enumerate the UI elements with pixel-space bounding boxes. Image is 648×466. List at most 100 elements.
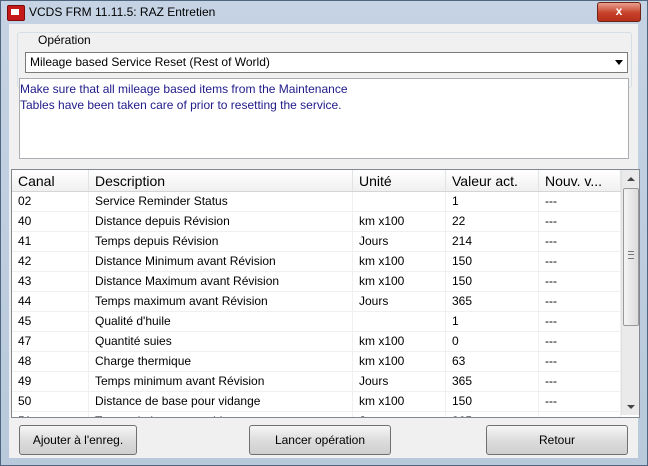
vertical-scrollbar[interactable] — [621, 170, 639, 415]
cell-canal: 02 — [12, 192, 89, 211]
table-row[interactable]: 40 Distance depuis Révision km x100 22 --- — [12, 212, 621, 232]
scroll-down-arrow-icon[interactable] — [622, 398, 639, 415]
cell-unite: km x100 — [353, 332, 446, 351]
cell-description: Qualité d'huile — [89, 312, 353, 331]
cell-valeur: 150 — [446, 392, 539, 411]
cell-canal: 43 — [12, 272, 89, 291]
table-row[interactable]: 45 Qualité d'huile 1 --- — [12, 312, 621, 332]
cell-unite: km x100 — [353, 272, 446, 291]
cell-description: Temps maximum avant Révision — [89, 292, 353, 311]
cell-canal: 48 — [12, 352, 89, 371]
grip-icon — [628, 251, 634, 259]
operation-legend: Opération — [36, 33, 93, 47]
cell-unite: Jours — [353, 372, 446, 391]
cell-unite: Jours — [353, 232, 446, 251]
column-header-nouvelle-valeur[interactable]: Nouv. v... — [539, 170, 621, 191]
cell-nouvelle-valeur: --- — [539, 272, 621, 291]
column-header-unite[interactable]: Unité — [353, 170, 446, 191]
cell-description: Temps minimum avant Révision — [89, 372, 353, 391]
cell-valeur: 150 — [446, 272, 539, 291]
cell-canal: 47 — [12, 332, 89, 351]
cell-canal: 40 — [12, 212, 89, 231]
table-header: Canal Description Unité Valeur act. Nouv… — [12, 170, 621, 192]
cell-unite: Jours — [353, 292, 446, 311]
client-area: Opération Mileage based Service Reset (R… — [9, 24, 640, 458]
cell-description: Distance de base pour vidange — [89, 392, 353, 411]
cell-canal: 42 — [12, 252, 89, 271]
cell-description: Temps depuis Révision — [89, 232, 353, 251]
cell-valeur: 214 — [446, 232, 539, 251]
cell-canal: 45 — [12, 312, 89, 331]
cell-description: Distance Minimum avant Révision — [89, 252, 353, 271]
back-button[interactable]: Retour — [486, 425, 628, 455]
cell-valeur: 365 — [446, 372, 539, 391]
column-header-canal[interactable]: Canal — [12, 170, 89, 191]
cell-nouvelle-valeur: --- — [539, 392, 621, 411]
table-row[interactable]: 44 Temps maximum avant Révision Jours 365 --… — [12, 292, 621, 312]
cell-nouvelle-valeur: --- — [539, 292, 621, 311]
channel-table: Canal Description Unité Valeur act. Nouv… — [11, 169, 640, 418]
column-header-description[interactable]: Description — [89, 170, 353, 191]
cell-description: Quantité suies — [89, 332, 353, 351]
cell-nouvelle-valeur: --- — [539, 352, 621, 371]
cell-canal: 50 — [12, 392, 89, 411]
cell-description: Charge thermique — [89, 352, 353, 371]
run-operation-button[interactable]: Lancer opération — [249, 425, 391, 455]
add-to-log-button[interactable]: Ajouter à l'enreg. — [19, 425, 137, 455]
table-row[interactable]: 42 Distance Minimum avant Révision km x100… — [12, 252, 621, 272]
column-header-valeur[interactable]: Valeur act. — [446, 170, 539, 191]
operation-selected-value: Mileage based Service Reset (Rest of Wor… — [30, 55, 270, 69]
table-row[interactable]: 50 Distance de base pour vidange km x100 15… — [12, 392, 621, 412]
cell-valeur: 22 — [446, 212, 539, 231]
cell-nouvelle-valeur: --- — [539, 192, 621, 211]
cell-canal: 44 — [12, 292, 89, 311]
table-row[interactable]: 41 Temps depuis Révision Jours 214 --- — [12, 232, 621, 252]
cell-description: Service Reminder Status — [89, 192, 353, 211]
cell-nouvelle-valeur: --- — [539, 412, 621, 417]
chevron-down-icon[interactable] — [611, 53, 627, 72]
table-row[interactable]: 49 Temps minimum avant Révision Jours 365 --… — [12, 372, 621, 392]
scroll-up-arrow-icon[interactable] — [622, 170, 639, 187]
table-row[interactable]: 02 Service Reminder Status 1 --- — [12, 192, 621, 212]
cell-nouvelle-valeur: --- — [539, 372, 621, 391]
cell-canal: 41 — [12, 232, 89, 251]
cell-nouvelle-valeur: --- — [539, 212, 621, 231]
cell-unite — [353, 192, 446, 211]
table-row[interactable]: 48 Charge thermique km x100 63 --- — [12, 352, 621, 372]
cell-description: Temps de base pour vidange — [89, 412, 353, 417]
cell-valeur: 1 — [446, 312, 539, 331]
cell-valeur: 365 — [446, 292, 539, 311]
info-line-2: Tables have been taken care of prior to … — [20, 98, 342, 112]
cell-canal: 49 — [12, 372, 89, 391]
close-button[interactable]: x — [597, 2, 641, 22]
cell-description: Distance Maximum avant Révision — [89, 272, 353, 291]
cell-nouvelle-valeur: --- — [539, 332, 621, 351]
cell-valeur: 0 — [446, 332, 539, 351]
window-title: VCDS FRM 11.11.5: RAZ Entretien — [29, 5, 216, 19]
table-body: 02 Service Reminder Status 1 --- 40 Distance … — [12, 192, 621, 417]
cell-valeur: 365 — [446, 412, 539, 417]
cell-unite: km x100 — [353, 392, 446, 411]
cell-unite: km x100 — [353, 212, 446, 231]
table-row[interactable]: 51Temps de base pour vidangeJours365--- — [12, 412, 621, 417]
vcds-app-icon — [7, 5, 25, 21]
cell-canal: 51 — [12, 412, 89, 417]
cell-unite: Jours — [353, 412, 446, 417]
operation-select[interactable]: Mileage based Service Reset (Rest of Wor… — [25, 52, 628, 73]
cell-unite: km x100 — [353, 252, 446, 271]
table-row[interactable]: 43 Distance Maximum avant Révision km x100… — [12, 272, 621, 292]
main-window: VCDS FRM 11.11.5: RAZ Entretien x Opérat… — [0, 0, 648, 466]
cell-nouvelle-valeur: --- — [539, 252, 621, 271]
cell-valeur: 150 — [446, 252, 539, 271]
cell-nouvelle-valeur: --- — [539, 312, 621, 331]
cell-valeur: 1 — [446, 192, 539, 211]
scrollbar-thumb[interactable] — [623, 188, 639, 326]
cell-unite: km x100 — [353, 352, 446, 371]
cell-description: Distance depuis Révision — [89, 212, 353, 231]
title-bar[interactable]: VCDS FRM 11.11.5: RAZ Entretien x — [1, 1, 647, 23]
cell-valeur: 63 — [446, 352, 539, 371]
cell-unite — [353, 312, 446, 331]
info-textbox[interactable]: Make sure that all mileage based items f… — [19, 78, 629, 159]
table-row[interactable]: 47 Quantité suies km x100 0 --- — [12, 332, 621, 352]
cell-nouvelle-valeur: --- — [539, 232, 621, 251]
